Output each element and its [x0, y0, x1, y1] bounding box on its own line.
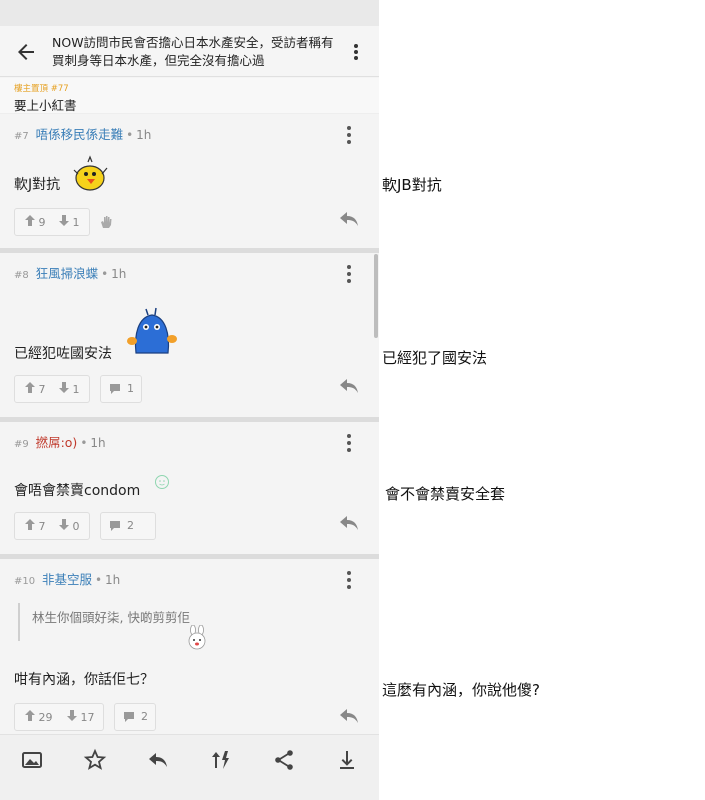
- downvote-button[interactable]: 17: [67, 710, 95, 724]
- status-bar: [0, 0, 379, 26]
- arrow-up-icon: [25, 215, 35, 226]
- downvote-count: 1: [72, 216, 80, 229]
- upvote-button[interactable]: 7: [25, 519, 46, 533]
- hand-icon[interactable]: [100, 215, 112, 229]
- post-body: 咁有內涵，你話佢七？: [14, 672, 154, 688]
- quoted-text: 林生你個頭好柒, 快啲剪剪佢: [32, 610, 190, 625]
- arrow-up-icon: [25, 519, 35, 530]
- post-item: #10 非基空服 • 1h 林生你個頭好柒, 快啲剪剪佢 咁有內涵，你話佢七？ 29: [0, 559, 379, 734]
- post-meta: #8 狂風掃浪蝶 • 1h: [14, 266, 127, 281]
- more-vertical-icon[interactable]: [346, 40, 366, 64]
- reply-icon[interactable]: [146, 748, 170, 772]
- star-icon[interactable]: [83, 748, 107, 772]
- post-more-icon[interactable]: [341, 569, 357, 591]
- replies-button[interactable]: 2: [114, 703, 156, 731]
- scrollbar[interactable]: [374, 254, 378, 338]
- arrow-down-icon: [59, 382, 69, 393]
- post-meta: #7 唔係移民係走難 • 1h: [14, 127, 152, 142]
- comment-icon: [110, 384, 120, 394]
- arrow-down-icon: [59, 519, 69, 530]
- pinned-reply[interactable]: 樓主置頂 #77 要上小紅書: [0, 78, 379, 114]
- post-number: #9: [14, 439, 29, 450]
- translation-4: 這麼有內涵，你說他傻?: [382, 681, 540, 699]
- post-username[interactable]: 唔係移民係走難: [36, 127, 124, 142]
- arrow-up-icon: [25, 382, 35, 393]
- rabbit-sticker: [188, 625, 206, 650]
- vote-box: 9 1: [14, 208, 90, 236]
- post-number: #7: [14, 131, 29, 142]
- upvote-button[interactable]: 7: [25, 382, 46, 396]
- post-meta: #10 非基空服 • 1h: [14, 572, 121, 587]
- sort-icon[interactable]: [209, 748, 233, 772]
- quoted-reply[interactable]: 林生你個頭好柒, 快啲剪剪佢: [18, 603, 318, 641]
- back-arrow-icon[interactable]: [14, 40, 38, 64]
- blue-creature-sticker: [127, 307, 177, 354]
- arrow-down-icon: [59, 215, 69, 226]
- downvote-button[interactable]: 1: [59, 382, 80, 396]
- downvote-count: 0: [72, 520, 80, 533]
- vote-box: 7 1: [14, 375, 90, 403]
- download-icon[interactable]: [335, 748, 359, 772]
- post-more-icon[interactable]: [341, 432, 357, 454]
- app-bar: NOW訪問市民會否擔心日本水產安全，受訪者稱有買刺身等日本水產，但完全沒有擔心過: [0, 26, 379, 77]
- post-more-icon[interactable]: [341, 124, 357, 146]
- smiley-sticker: [155, 475, 169, 489]
- reply-icon[interactable]: [339, 210, 359, 228]
- upvote-button[interactable]: 9: [25, 215, 46, 229]
- post-item: #8 狂風掃浪蝶 • 1h 已經犯咗國安法 7 1 1: [0, 253, 379, 417]
- reply-icon[interactable]: [339, 707, 359, 725]
- post-more-icon[interactable]: [341, 263, 357, 285]
- post-body: 會唔會禁賣condom: [14, 483, 141, 499]
- replies-button[interactable]: 1: [100, 375, 142, 403]
- upvote-count: 9: [38, 216, 46, 229]
- downvote-count: 1: [72, 383, 80, 396]
- vote-box: 29 17: [14, 703, 104, 731]
- post-username[interactable]: 撚屌:o): [36, 435, 78, 450]
- post-item: #7 唔係移民係走難 • 1h 軟J對抗 9 1: [0, 114, 379, 248]
- translation-3: 會不會禁賣安全套: [385, 485, 506, 503]
- reply-count: 1: [127, 382, 134, 395]
- post-time: 1h: [136, 128, 152, 142]
- comment-icon: [124, 712, 134, 722]
- reply-icon[interactable]: [339, 377, 359, 395]
- post-time: 1h: [90, 436, 106, 450]
- reply-icon[interactable]: [339, 514, 359, 532]
- upvote-button[interactable]: 29: [25, 710, 53, 724]
- post-body: 軟J對抗: [14, 177, 61, 193]
- pinned-label: 樓主置頂 #77: [14, 84, 69, 94]
- image-icon[interactable]: [20, 748, 44, 772]
- vote-box: 7 0: [14, 512, 90, 540]
- translation-1: 軟JB對抗: [382, 176, 442, 194]
- post-number: #10: [14, 576, 36, 587]
- upvote-count: 7: [38, 383, 46, 396]
- post-number: #8: [14, 270, 29, 281]
- app-screen: NOW訪問市民會否擔心日本水產安全，受訪者稱有買刺身等日本水產，但完全沒有擔心過…: [0, 0, 379, 800]
- downvote-count: 17: [80, 711, 95, 724]
- comment-icon: [110, 521, 120, 531]
- post-time: 1h: [105, 573, 121, 587]
- downvote-button[interactable]: 1: [59, 215, 80, 229]
- replies-button[interactable]: 2: [100, 512, 156, 540]
- upvote-count: 29: [38, 711, 53, 724]
- post-meta: #9 撚屌:o) • 1h: [14, 435, 106, 450]
- post-username[interactable]: 狂風掃浪蝶: [36, 266, 99, 281]
- yellow-chick-sticker: [73, 155, 108, 191]
- downvote-button[interactable]: 0: [59, 519, 80, 533]
- arrow-up-icon: [25, 710, 35, 721]
- thread-title: NOW訪問市民會否擔心日本水產安全，受訪者稱有買刺身等日本水產，但完全沒有擔心過: [52, 35, 334, 68]
- reply-count: 2: [141, 710, 148, 723]
- post-username[interactable]: 非基空服: [42, 572, 92, 587]
- arrow-down-icon: [67, 710, 77, 721]
- share-icon[interactable]: [272, 748, 296, 772]
- post-time: 1h: [111, 267, 127, 281]
- translation-2: 已經犯了國安法: [382, 349, 488, 367]
- bottom-toolbar: [0, 734, 379, 800]
- post-body: 已經犯咗國安法: [14, 346, 112, 362]
- pinned-text: 要上小紅書: [14, 98, 77, 113]
- reply-count: 2: [127, 519, 134, 532]
- upvote-count: 7: [38, 520, 46, 533]
- post-item: #9 撚屌:o) • 1h 會唔會禁賣condom 7 0 2: [0, 422, 379, 554]
